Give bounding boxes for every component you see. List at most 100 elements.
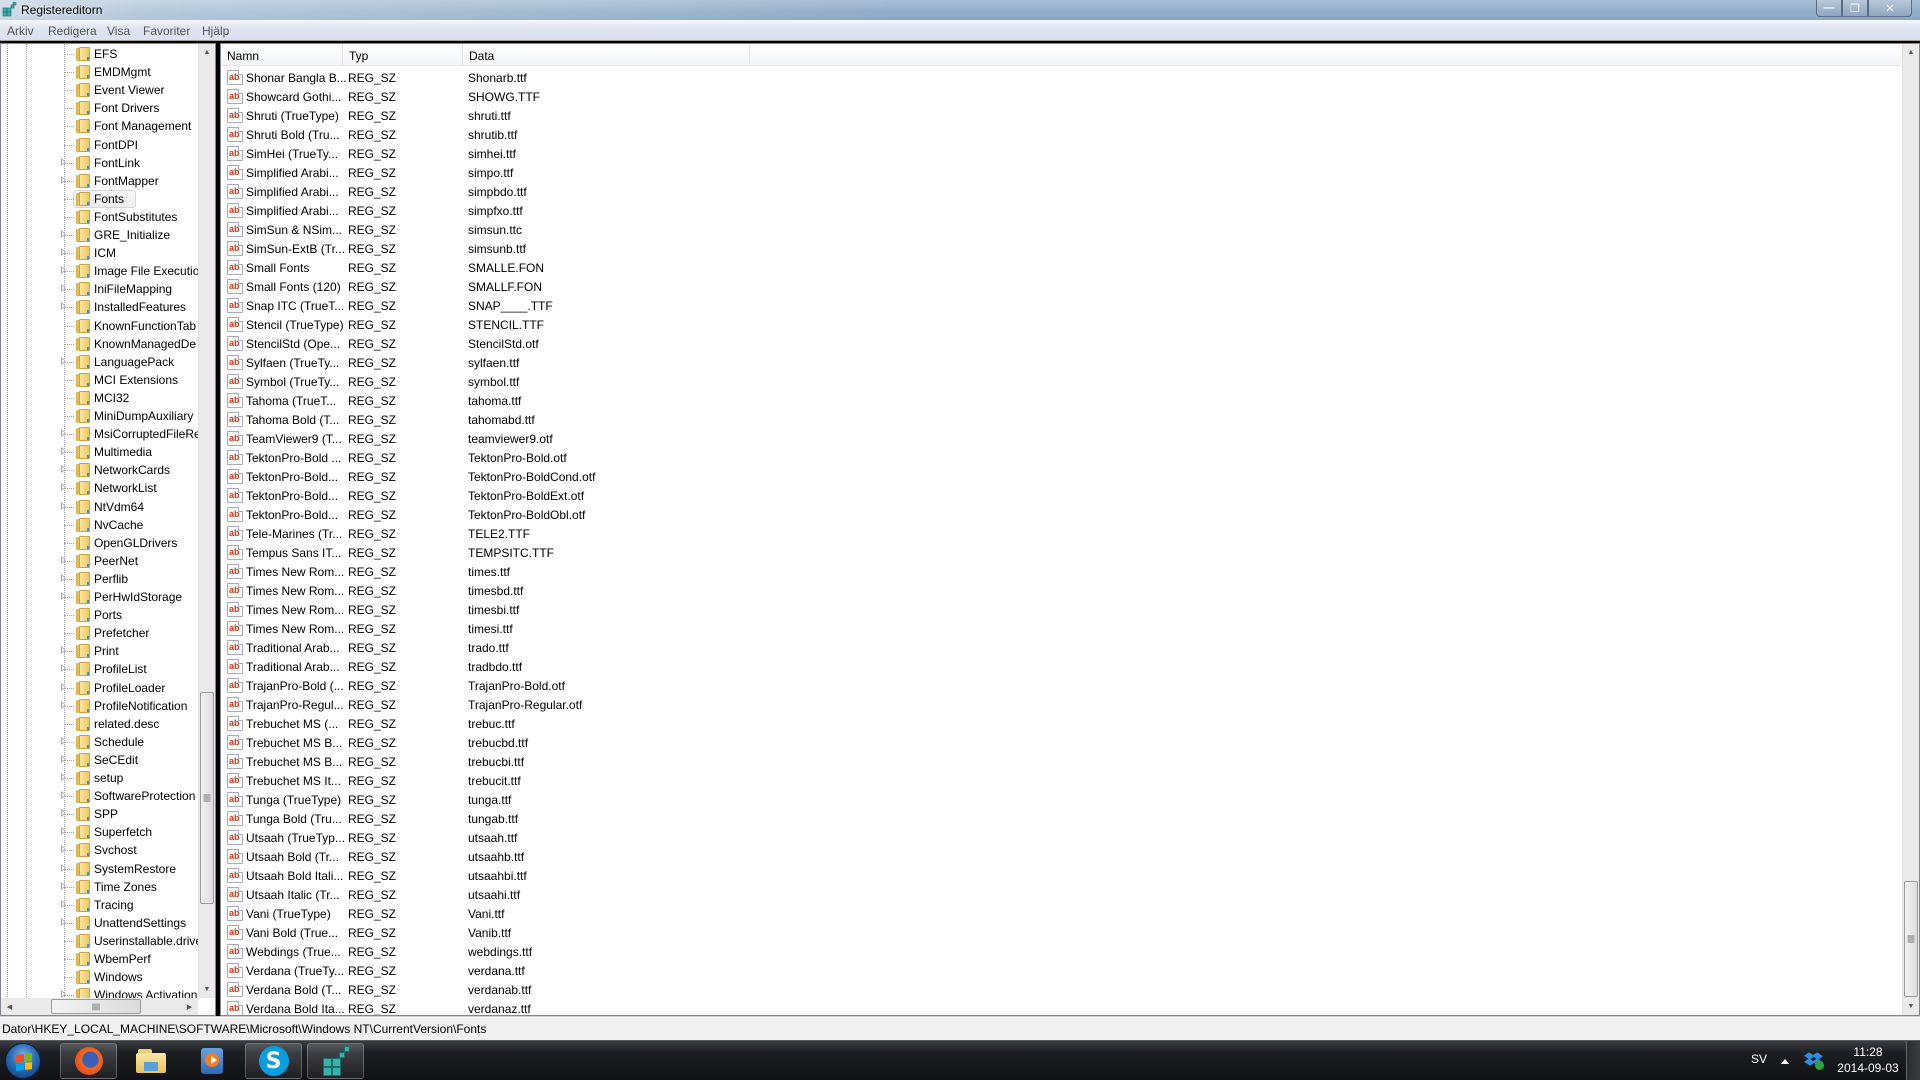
tree-item[interactable]: Fonts [1,189,201,208]
expand-arrow-icon[interactable] [61,827,66,836]
tree-item[interactable]: KnownFunctionTab [1,317,201,335]
tree-item[interactable]: Multimedia [1,443,201,461]
tree-item[interactable]: Print [1,642,201,660]
list-row[interactable]: ab Utsaah Bold Itali... REG_SZ utsaahbi.ttf [221,866,1901,885]
list-row[interactable]: ab Small Fonts (120) REG_SZ SMALLF.FON [221,277,1901,296]
list-row[interactable]: ab Times New Rom... REG_SZ timesi.ttf [221,619,1901,638]
list-row[interactable]: ab Showcard Gothi... REG_SZ SHOWG.TTF [221,87,1901,106]
expand-arrow-icon[interactable] [61,881,66,890]
show-desktop-button[interactable] [1906,1041,1920,1080]
list-row[interactable]: ab Utsaah Italic (Tr... REG_SZ utsaahi.ttf [221,885,1901,904]
list-row[interactable]: ab Times New Rom... REG_SZ times.ttf [221,562,1901,581]
list-row[interactable]: ab Trebuchet MS It... REG_SZ trebucit.ttf [221,771,1901,790]
taskbar-skype[interactable]: S [245,1043,302,1079]
tree-item[interactable]: Schedule [1,733,201,751]
list-row[interactable]: ab Tempus Sans IT... REG_SZ TEMPSITC.TTF [221,543,1901,562]
tree-item[interactable]: MCI Extensions [1,371,201,389]
taskbar-file-explorer[interactable] [122,1043,179,1079]
expand-arrow-icon[interactable] [61,248,66,257]
tree-item[interactable]: setup [1,769,201,787]
taskbar-registry-editor[interactable] [307,1043,364,1079]
expand-arrow-icon[interactable] [61,447,66,456]
menu-arkiv[interactable]: Arkiv [7,24,34,38]
list-row[interactable]: ab TeamViewer9 (T... REG_SZ teamviewer9.otf [221,429,1901,448]
tree-item[interactable]: MCI32 [1,389,201,407]
list-row[interactable]: ab TektonPro-Bold... REG_SZ TektonPro-BoldC… [221,467,1901,486]
menu-visa[interactable]: Visa [107,24,130,38]
tree-item[interactable]: NtVdm64 [1,498,201,516]
list-row[interactable]: ab SimSun & NSim... REG_SZ simsun.ttc [221,220,1901,239]
list-row[interactable]: ab Utsaah Bold (Tr... REG_SZ utsaahb.ttf [221,847,1901,866]
input-language-indicator[interactable]: SV [1751,1052,1767,1066]
expand-arrow-icon[interactable] [61,700,66,709]
tree-vertical-scrollbar[interactable]: ▲ ▼ [198,44,215,998]
list-row[interactable]: ab TektonPro-Bold... REG_SZ TektonPro-BoldE… [221,486,1901,505]
list-row[interactable]: ab Utsaah (TrueTyp... REG_SZ utsaah.ttf [221,828,1901,847]
menu-hjalp[interactable]: Hjälp [202,24,229,38]
tree-item[interactable]: GRE_Initialize [1,226,201,244]
tree-item[interactable]: NetworkCards [1,461,201,479]
scroll-up-arrow-icon[interactable]: ▲ [1903,44,1919,61]
minimize-button[interactable]: — [1816,0,1842,17]
menu-redigera[interactable]: Redigera [48,24,97,38]
list-row[interactable]: ab Stencil (TrueType) REG_SZ STENCIL.TTF [221,315,1901,334]
list-row[interactable]: ab Shruti Bold (Tru... REG_SZ shrutib.ttf [221,125,1901,144]
expand-arrow-icon[interactable] [61,284,66,293]
dropbox-tray-icon[interactable] [1804,1052,1824,1070]
tree-item[interactable]: KnownManagedDe [1,335,201,353]
expand-arrow-icon[interactable] [61,664,66,673]
list-row[interactable]: ab Verdana Bold Ita... REG_SZ verdanaz.ttf [221,999,1901,1015]
tree-item[interactable]: EMDMgmt [1,63,201,81]
list-row[interactable]: ab TektonPro-Bold ... REG_SZ TektonPro-Bold… [221,448,1901,467]
list-row[interactable]: ab Traditional Arab... REG_SZ tradbdo.ttf [221,657,1901,676]
tree-item[interactable]: SeCEdit [1,751,201,769]
expand-arrow-icon[interactable] [61,483,66,492]
tree-item[interactable]: Userinstallable.drive [1,932,202,950]
taskbar-media-player[interactable] [183,1043,240,1079]
list-row[interactable]: ab Vani (TrueType) REG_SZ Vani.ttf [221,904,1901,923]
tree-item[interactable]: IniFileMapping [1,280,201,298]
list-row[interactable]: ab TrajanPro-Bold (... REG_SZ TrajanPro-Bol… [221,676,1901,695]
list-row[interactable]: ab TektonPro-Bold... REG_SZ TektonPro-BoldO… [221,505,1901,524]
list-vertical-scrollbar[interactable]: ▲ ▼ [1902,44,1919,1015]
expand-arrow-icon[interactable] [61,230,66,238]
list-row[interactable]: ab Snap ITC (TrueT... REG_SZ SNAP____.TTF [221,296,1901,315]
tree-item[interactable]: FontDPI [1,136,201,154]
list-row[interactable]: ab Shruti (TrueType) REG_SZ shruti.ttf [221,106,1901,125]
list-row[interactable]: ab Sylfaen (TrueTy... REG_SZ sylfaen.ttf [221,353,1901,372]
expand-arrow-icon[interactable] [61,501,66,510]
show-hidden-icons-icon[interactable] [1781,1059,1789,1064]
list-row[interactable]: ab Symbol (TrueTy... REG_SZ symbol.ttf [221,372,1901,391]
tree-item[interactable]: Image File Executio [1,262,201,280]
tree-item[interactable]: ProfileList [1,660,201,678]
expand-arrow-icon[interactable] [61,845,66,854]
column-header-name[interactable]: Namn [221,44,343,66]
list-scroll-thumb[interactable] [1904,881,1918,997]
expand-arrow-icon[interactable] [61,682,66,691]
list-row[interactable]: ab Times New Rom... REG_SZ timesbd.ttf [221,581,1901,600]
column-header-type[interactable]: Typ [343,44,463,66]
list-row[interactable]: ab Shonar Bangla B... REG_SZ Shonarb.ttf [221,68,1901,87]
list-row[interactable]: ab Tahoma (TrueT... REG_SZ tahoma.ttf [221,391,1901,410]
tree-item[interactable]: NetworkList [1,479,201,497]
tree-item[interactable]: SPP [1,805,201,823]
scroll-down-arrow-icon[interactable]: ▼ [199,981,215,998]
list-row[interactable]: ab Trebuchet MS B... REG_SZ trebucbd.ttf [221,733,1901,752]
tree-horizontal-scrollbar[interactable]: ◀ ▶ [1,998,198,1015]
tree-item[interactable]: NvCache [1,516,201,534]
tree-item[interactable]: related.desc [1,715,201,733]
tree-item[interactable]: Ports [1,606,201,624]
expand-arrow-icon[interactable] [61,573,66,582]
expand-arrow-icon[interactable] [61,356,66,365]
tree-item[interactable]: Tracing [1,896,201,914]
tree-item[interactable]: OpenGLDrivers [1,534,201,552]
expand-arrow-icon[interactable] [61,175,66,184]
expand-arrow-icon[interactable] [61,863,66,872]
system-clock[interactable]: 11:28 2014-09-03 [1830,1044,1906,1076]
list-row[interactable]: ab Traditional Arab... REG_SZ trado.ttf [221,638,1901,657]
scroll-down-arrow-icon[interactable]: ▼ [1903,998,1919,1015]
list-row[interactable]: ab TrajanPro-Regul... REG_SZ TrajanPro-Regu… [221,695,1901,714]
list-row[interactable]: ab SimHei (TrueTy... REG_SZ simhei.ttf [221,144,1901,163]
list-row[interactable]: ab SimSun-ExtB (Tr... REG_SZ simsunb.ttf [221,239,1901,258]
tree-item[interactable]: WbemPerf [1,950,201,968]
